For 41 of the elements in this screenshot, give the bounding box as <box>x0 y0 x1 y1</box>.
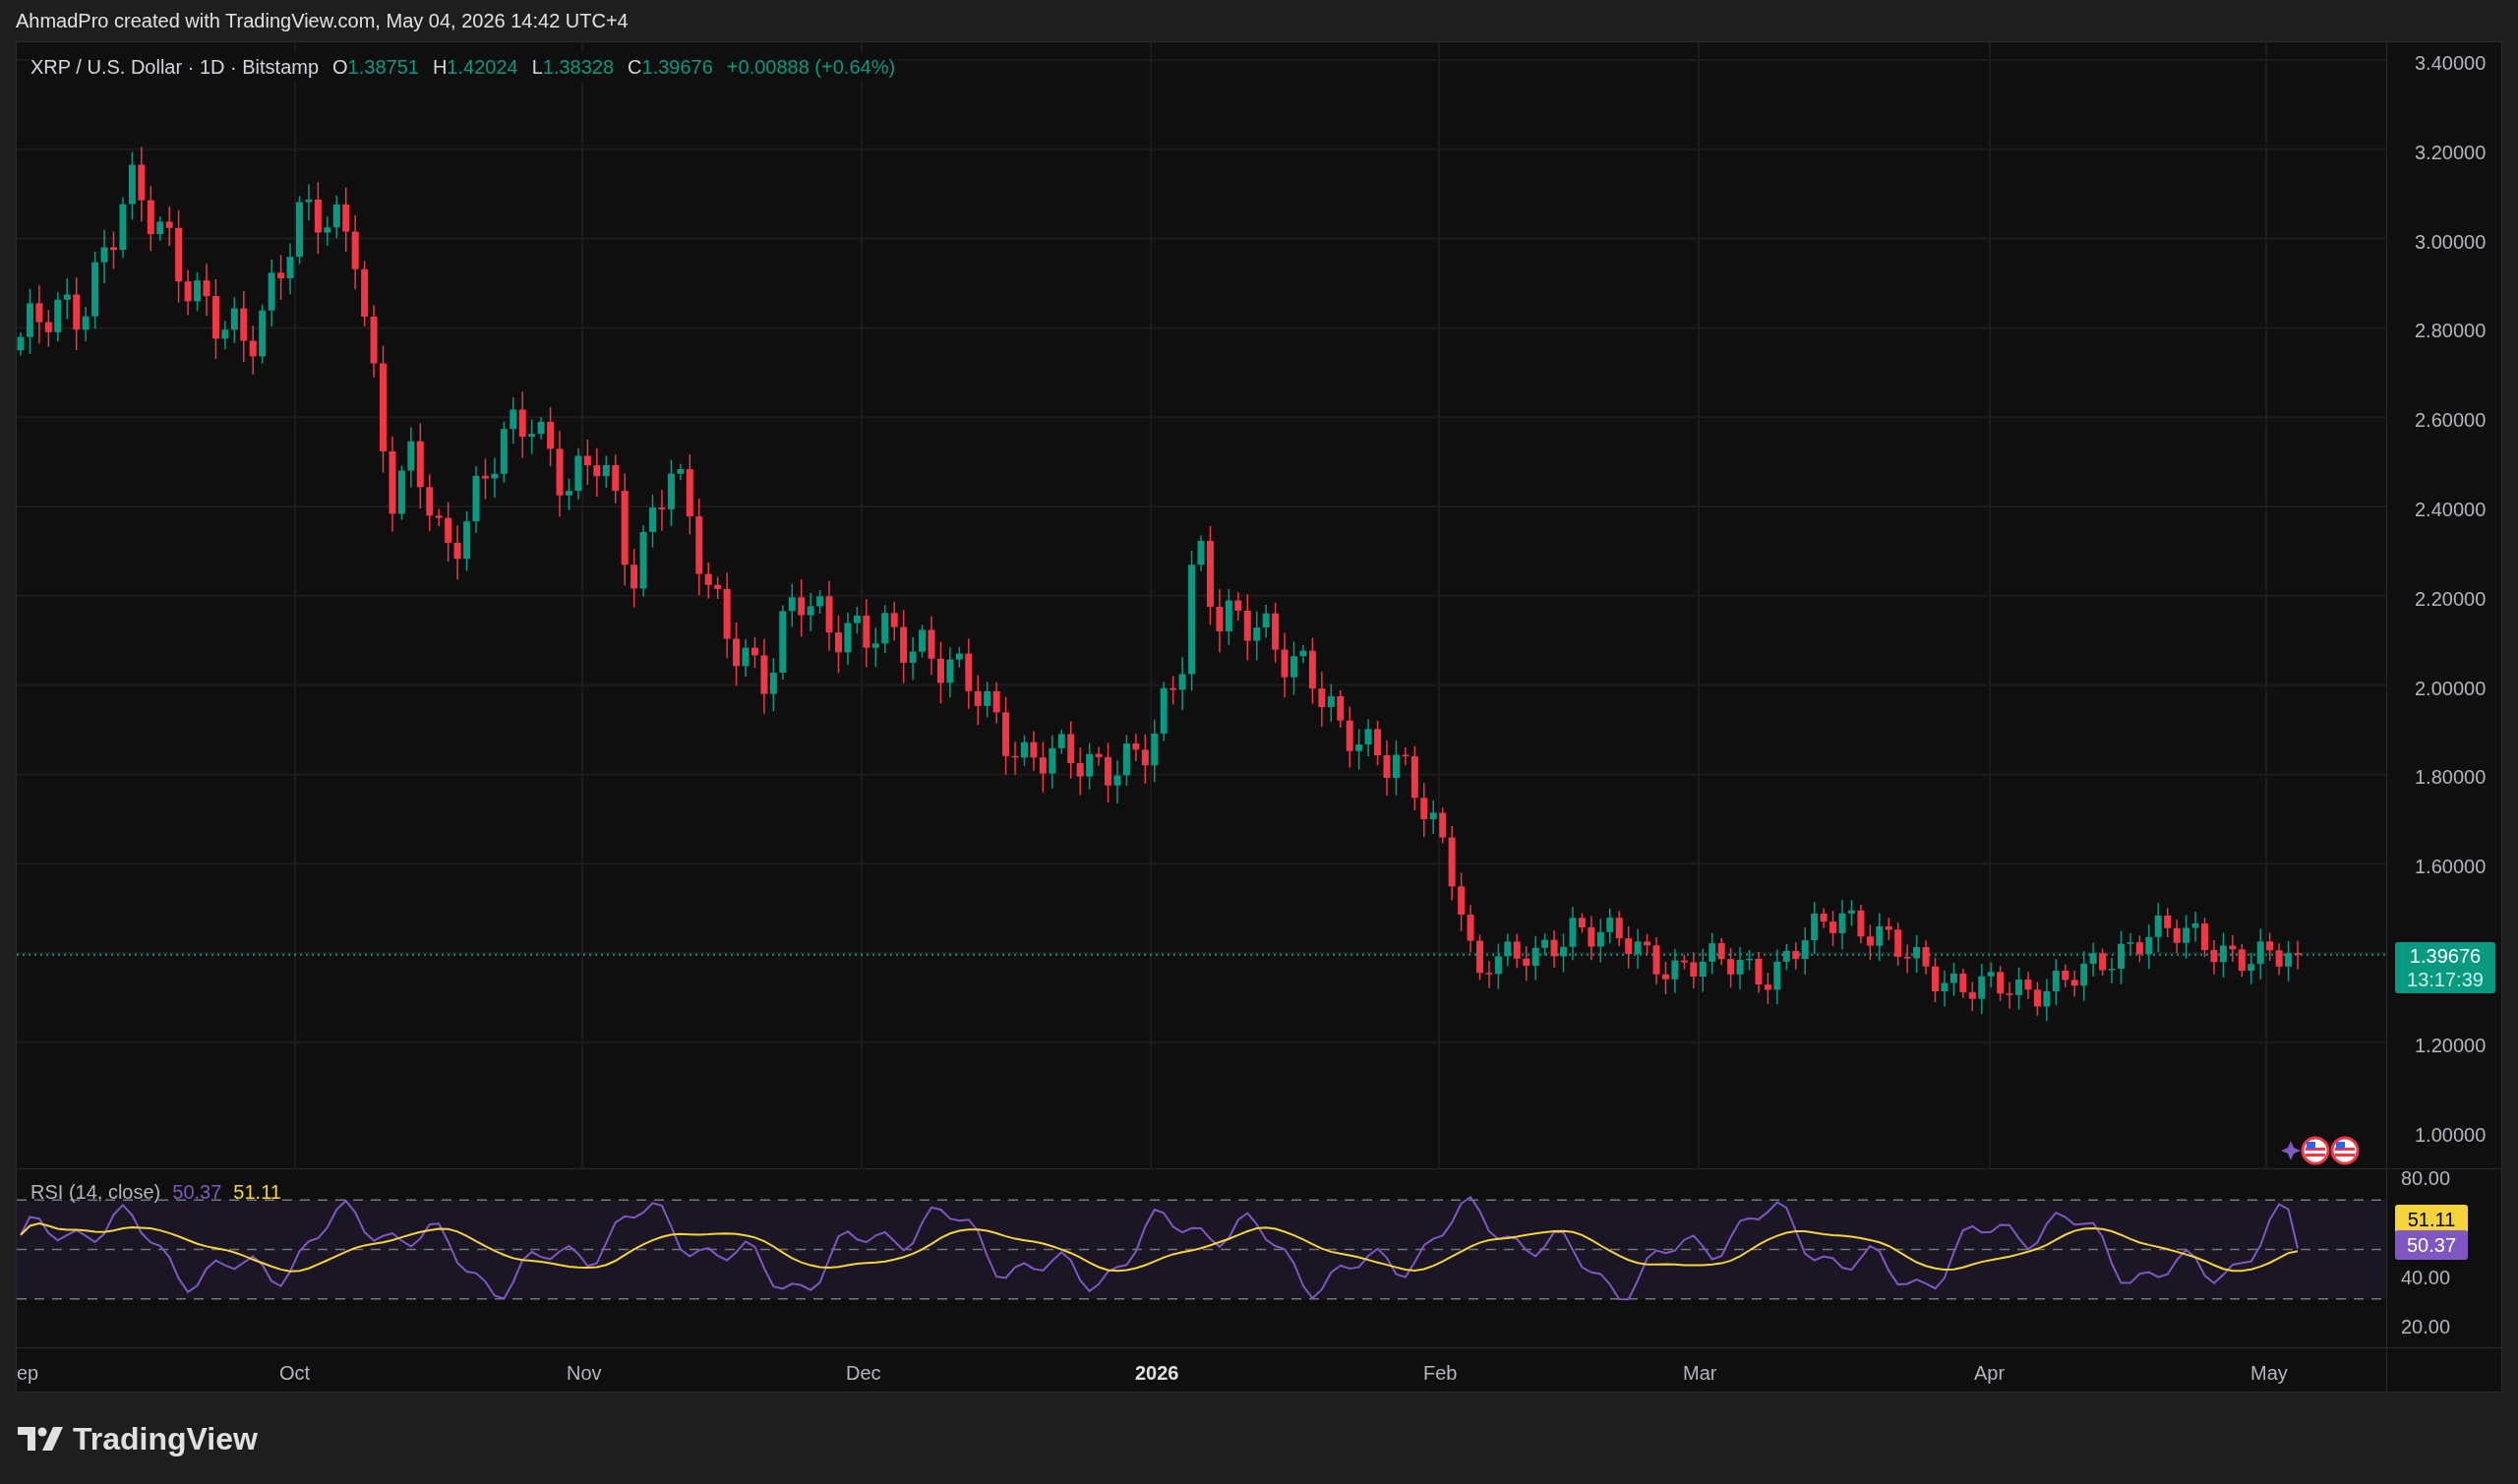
ohlc-value: H1.42024 <box>432 55 518 80</box>
ohlc-value: O1.38751 <box>332 55 419 80</box>
price-label: 1.00000 <box>2415 1122 2487 1148</box>
time-label: ep <box>17 1361 39 1386</box>
rsi-label: 80.00 <box>2401 1166 2451 1191</box>
brand-name: TradingView <box>73 1419 258 1458</box>
time-label: Mar <box>1683 1361 1717 1386</box>
time-label: Apr <box>1974 1361 2006 1386</box>
ohlc-value: C1.39676 <box>628 55 713 80</box>
time-label: Feb <box>1423 1361 1458 1386</box>
time-label: Oct <box>279 1361 311 1386</box>
price-label: 3.40000 <box>2415 51 2487 76</box>
price-change: +0.00888 (+0.64%) <box>726 55 896 80</box>
time-label: Nov <box>567 1361 602 1386</box>
ohlc-value: L1.38328 <box>531 55 615 80</box>
price-label: 3.00000 <box>2415 229 2487 255</box>
price-label: 1.80000 <box>2415 765 2487 791</box>
price-label: 1.20000 <box>2415 1033 2487 1058</box>
price-label: 2.20000 <box>2415 586 2487 612</box>
rsi-ma-value: 51.11 <box>233 1180 281 1205</box>
rsi-title: RSI (14, close) <box>30 1180 161 1205</box>
time-label: 2026 <box>1135 1361 1179 1386</box>
flag-icon[interactable] <box>2330 1136 2360 1165</box>
symbol-title: XRP / U.S. Dollar · 1D · Bitstamp <box>30 55 320 80</box>
time-label: May <box>2250 1361 2288 1386</box>
rsi-value: 50.37 <box>172 1180 222 1205</box>
time-label: Dec <box>846 1361 881 1386</box>
price-label: 3.20000 <box>2415 140 2487 165</box>
flag-icon[interactable] <box>2301 1136 2330 1165</box>
price-label: 1.60000 <box>2415 855 2487 880</box>
rsi-label: 20.00 <box>2401 1315 2451 1339</box>
chart-credit: AhmadPro created with TradingView.com, May 04, 2026 14:42 UTC+4 <box>16 9 629 33</box>
price-label: 2.60000 <box>2415 408 2487 434</box>
rsi-label: 40.00 <box>2401 1265 2451 1290</box>
price-label: 2.80000 <box>2415 319 2487 344</box>
price-label: 2.40000 <box>2415 498 2487 522</box>
last-price-badge: 1.39676 13:17:39 <box>2395 941 2495 993</box>
logo-icon <box>18 1426 63 1451</box>
price-label: 2.00000 <box>2415 676 2487 701</box>
sparkle-icon[interactable] <box>2281 1141 2301 1160</box>
rsi-value-badge: 50.37 <box>2395 1230 2468 1260</box>
